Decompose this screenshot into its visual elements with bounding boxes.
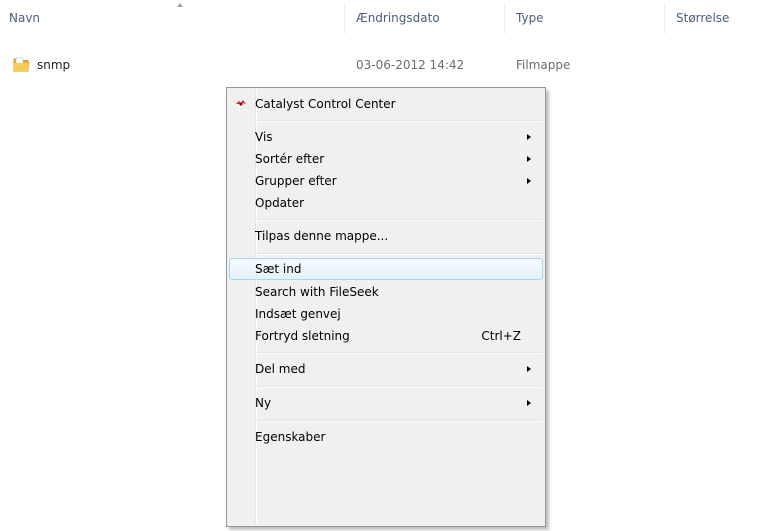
menu-item-label: Vis	[255, 130, 273, 144]
menu-item-label: Grupper efter	[255, 174, 337, 188]
menu-item-label: Tilpas denne mappe...	[255, 229, 389, 243]
menu-item-label: Catalyst Control Center	[255, 97, 396, 111]
menu-item-search-with-fileseek[interactable]: Search with FileSeek	[229, 281, 543, 303]
file-row[interactable]: snmp 03-06-2012 14:42 Filmappe	[0, 52, 771, 78]
column-divider[interactable]	[504, 3, 505, 34]
menu-item-undo-delete[interactable]: Fortryd sletning Ctrl+Z	[229, 325, 543, 347]
column-divider[interactable]	[344, 3, 345, 34]
menu-item-customize-folder[interactable]: Tilpas denne mappe...	[229, 225, 543, 247]
file-type: Filmappe	[516, 58, 571, 72]
submenu-arrow-icon	[527, 400, 531, 406]
menu-item-share-with[interactable]: Del med	[229, 358, 543, 380]
menu-item-label: Search with FileSeek	[255, 285, 379, 299]
menu-separator	[255, 219, 543, 221]
menu-item-paste[interactable]: Sæt ind	[229, 258, 543, 280]
menu-separator	[255, 253, 543, 255]
menu-item-vis[interactable]: Vis	[229, 126, 543, 148]
catalyst-control-center-icon	[236, 100, 246, 106]
menu-item-shortcut: Ctrl+Z	[481, 329, 521, 343]
column-header-date[interactable]: Ændringsdato	[356, 0, 504, 37]
submenu-arrow-icon	[527, 178, 531, 184]
column-header: Navn Ændringsdato Type Størrelse	[0, 0, 771, 37]
menu-item-catalyst-control-center[interactable]: Catalyst Control Center	[229, 93, 543, 115]
menu-item-refresh[interactable]: Opdater	[229, 192, 543, 214]
menu-item-new[interactable]: Ny	[229, 392, 543, 414]
menu-separator	[255, 386, 543, 388]
menu-separator	[255, 352, 543, 354]
menu-item-label: Egenskaber	[255, 430, 326, 444]
file-date: 03-06-2012 14:42	[356, 58, 465, 72]
file-explorer-view: Navn Ændringsdato Type Størrelse snmp 03…	[0, 0, 771, 531]
column-header-size[interactable]: Størrelse	[676, 0, 771, 37]
submenu-arrow-icon	[527, 366, 531, 372]
menu-item-group-by[interactable]: Grupper efter	[229, 170, 543, 192]
file-name: snmp	[37, 58, 71, 72]
submenu-arrow-icon	[527, 134, 531, 140]
menu-item-label: Sæt ind	[255, 262, 302, 276]
menu-item-sort-by[interactable]: Sortér efter	[229, 148, 543, 170]
menu-separator	[255, 420, 543, 422]
column-header-type[interactable]: Type	[516, 0, 658, 37]
menu-item-label: Indsæt genvej	[255, 307, 341, 321]
menu-item-label: Ny	[255, 396, 272, 410]
context-menu: Catalyst Control Center Vis Sortér efter…	[226, 87, 546, 527]
menu-item-label: Opdater	[255, 196, 305, 210]
sort-ascending-icon	[177, 3, 183, 7]
menu-separator	[255, 120, 543, 122]
column-divider[interactable]	[664, 3, 665, 34]
menu-item-label: Fortryd sletning	[255, 329, 350, 343]
menu-item-label: Del med	[255, 362, 306, 376]
menu-item-paste-shortcut[interactable]: Indsæt genvej	[229, 303, 543, 325]
menu-item-properties[interactable]: Egenskaber	[229, 426, 543, 448]
submenu-arrow-icon	[527, 156, 531, 162]
folder-icon	[13, 57, 30, 72]
menu-item-label: Sortér efter	[255, 152, 325, 166]
